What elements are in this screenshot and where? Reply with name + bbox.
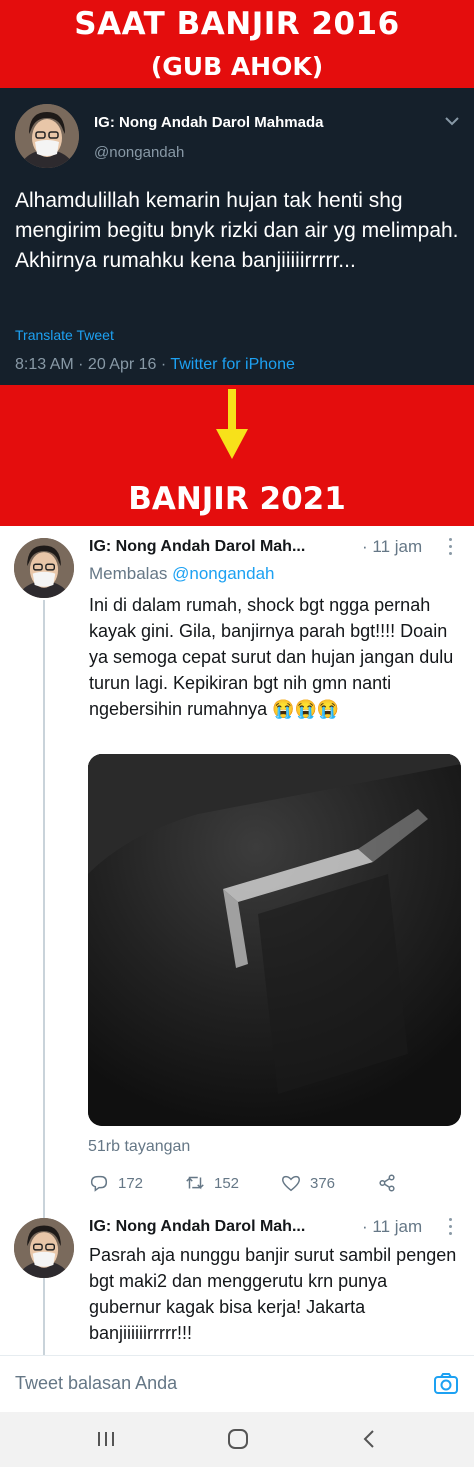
tweet-time: · 11 jam (362, 1217, 423, 1236)
back-icon[interactable] (356, 1426, 384, 1452)
heart-icon (282, 1175, 300, 1192)
tweet-text: Ini di dalam rumah, shock bgt ngga perna… (89, 595, 454, 719)
more-options-icon[interactable] (448, 1218, 454, 1236)
view-count: 51rb tayangan (88, 1138, 191, 1155)
replying-to-label: Membalas (89, 564, 173, 583)
like-button[interactable]: 376 (280, 1170, 335, 1196)
tweet-actions: 172 152 376 (88, 1170, 418, 1196)
more-options-icon[interactable] (448, 538, 454, 556)
tweet-time: · 11 jam (362, 537, 423, 556)
tweet-2016-card: IG: Nong Andah Darol Mahmada @nongandah … (0, 88, 474, 385)
author-name[interactable]: IG: Nong Andah Darol Mah... (89, 538, 305, 556)
author-name[interactable]: IG: Nong Andah Darol Mahmada (94, 114, 323, 131)
tweet-text: Pasrah aja nunggu banjir surut sambil pe… (89, 1245, 457, 1343)
retweet-count: 152 (214, 1174, 240, 1192)
retweet-button[interactable]: 152 (184, 1170, 239, 1196)
banner-2021: BANJIR 2021 (0, 385, 474, 526)
reply-button[interactable]: 172 (88, 1170, 143, 1196)
banner-subtitle-2016: (GUB AHOK) (150, 52, 324, 81)
system-navigation-bar (0, 1412, 474, 1467)
tweet-text: Alhamdulillah kemarin hujan tak henti sh… (15, 189, 459, 272)
replying-to-handle[interactable]: @nongandah (172, 564, 274, 583)
tweet-video[interactable] (88, 754, 461, 1126)
translate-link[interactable]: Translate Tweet (15, 327, 114, 343)
reply-count: 172 (118, 1174, 144, 1192)
tweet-timestamp: 8:13 AM · 20 Apr 16 · (15, 356, 171, 373)
banner-title-2016: SAAT BANJIR 2016 (74, 6, 400, 42)
reply-compose-bar: Tweet balasan Anda (0, 1355, 474, 1412)
avatar[interactable] (15, 104, 79, 168)
author-name[interactable]: IG: Nong Andah Darol Mah... (89, 1218, 305, 1236)
banner-2016: SAAT BANJIR 2016 (GUB AHOK) (0, 0, 474, 88)
camera-icon[interactable] (432, 1370, 460, 1398)
replying-to: Membalas @nongandah (89, 564, 275, 584)
reply-icon (90, 1175, 108, 1192)
avatar[interactable] (14, 1218, 74, 1278)
like-count: 376 (310, 1174, 336, 1192)
avatar[interactable] (14, 538, 74, 598)
reply-thread: IG: Nong Andah Darol Mah... · 11 jam Mem… (0, 526, 474, 1412)
share-button[interactable] (376, 1170, 398, 1196)
author-handle[interactable]: @nongandah (94, 144, 184, 161)
retweet-icon (186, 1176, 204, 1190)
arrow-down-icon (216, 389, 248, 459)
banner-title-2021: BANJIR 2021 (128, 481, 346, 517)
reply-input[interactable]: Tweet balasan Anda (15, 1373, 177, 1394)
tweet-meta: 8:13 AM · 20 Apr 16 · Twitter for iPhone (15, 356, 295, 374)
tweet-source-link[interactable]: Twitter for iPhone (170, 356, 295, 373)
share-icon (379, 1174, 395, 1192)
chevron-down-icon[interactable] (443, 112, 461, 130)
recent-apps-icon[interactable] (92, 1426, 120, 1452)
home-icon[interactable] (224, 1426, 252, 1452)
thread-connector (43, 600, 45, 1410)
